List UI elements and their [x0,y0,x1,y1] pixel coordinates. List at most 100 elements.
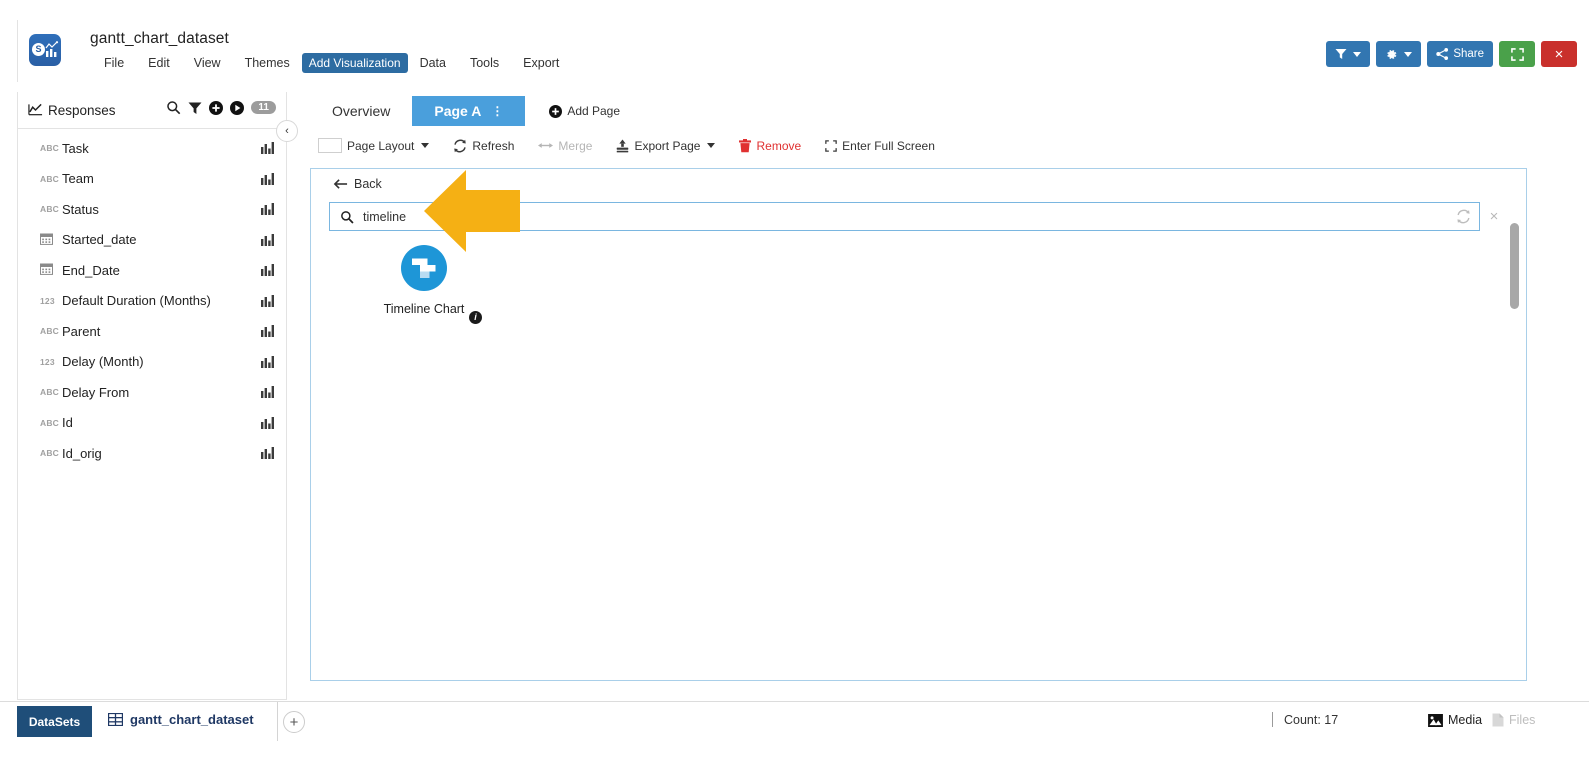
field-row-id-orig[interactable]: ABC Id_orig [18,438,286,469]
field-row-task[interactable]: ABC Task [18,133,286,164]
field-row-started-date[interactable]: Started_date [18,225,286,256]
play-circle-icon[interactable] [230,100,245,115]
header-button-group: Share × [1326,41,1577,67]
bar-chart-icon[interactable] [261,172,274,185]
export-page-label: Export Page [634,138,701,153]
field-row-id[interactable]: ABC Id [18,408,286,439]
info-icon[interactable]: i [469,311,482,324]
share-button[interactable]: Share [1427,41,1493,67]
menu-item-edit[interactable]: Edit [136,53,182,73]
field-type-label: ABC [40,448,60,459]
enter-full-screen-button[interactable]: Enter Full Screen [813,139,947,153]
filter-icon [1335,49,1347,59]
app-logo-chart-icon: S [29,34,61,66]
menu-item-data[interactable]: Data [408,53,458,73]
panel-scrollbar[interactable] [1510,223,1519,309]
field-row-delay-from[interactable]: ABC Delay From [18,377,286,408]
media-button[interactable]: Media [1428,713,1482,727]
arrow-left-icon [333,179,348,189]
field-name-label: Task [62,140,89,156]
field-list: ABC Task ABC Team ABC Status Started_dat… [18,129,286,469]
back-button[interactable]: Back [333,177,382,191]
application-window: S gantt_chart_dataset File Edit View The… [0,0,1589,767]
field-type-label: 123 [40,295,55,306]
field-name-label: Delay (Month) [62,354,144,370]
field-row-status[interactable]: ABC Status [18,194,286,225]
search-icon[interactable] [166,100,181,115]
tab-overview[interactable]: Overview [310,96,412,126]
bar-chart-icon[interactable] [261,416,274,429]
search-input[interactable] [354,208,1479,225]
refresh-icon[interactable] [1456,209,1471,229]
field-type-label: ABC [40,417,60,428]
merge-label: Merge [558,138,593,153]
export-icon [617,139,629,152]
remove-button[interactable]: Remove [727,138,813,153]
page-options-kebab-icon[interactable]: ⋮ [491,105,503,117]
dataset-tab-gantt-chart-dataset[interactable]: gantt_chart_dataset [108,712,254,727]
bar-chart-icon[interactable] [261,325,274,338]
bar-chart-icon[interactable] [261,294,274,307]
sidebar-title-label: Responses [48,102,116,118]
tab-page-a[interactable]: Page A ⋮ [412,96,526,126]
bar-chart-icon[interactable] [261,447,274,460]
menu-item-themes[interactable]: Themes [233,53,302,73]
filter-dropdown-button[interactable] [1326,41,1371,67]
logo-s-letter: S [32,43,45,56]
refresh-label: Refresh [472,138,515,153]
close-search-icon[interactable]: × [1480,208,1508,225]
field-type-label: ABC [40,173,60,184]
datasets-tab[interactable]: DataSets [17,706,92,737]
field-row-parent[interactable]: ABC Parent [18,316,286,347]
files-button[interactable]: Files [1492,713,1535,727]
page-title: gantt_chart_dataset [90,30,229,47]
bar-chart-icon[interactable] [261,142,274,155]
field-name-label: Default Duration (Months) [62,293,211,309]
field-name-label: End_Date [62,262,120,278]
file-icon [1492,713,1504,727]
add-circle-icon [549,104,563,118]
annotation-arrow-icon [424,170,520,252]
sidebar-title: Responses [28,103,116,118]
page-tabs: Overview Page A ⋮ Add Page [310,96,620,126]
add-page-button[interactable]: Add Page [549,104,620,118]
menu-item-tools[interactable]: Tools [458,53,511,73]
calendar-icon [40,263,53,276]
files-label: Files [1509,713,1536,727]
menu-item-export[interactable]: Export [511,53,571,73]
bar-chart-icon[interactable] [261,386,274,399]
refresh-button[interactable]: Refresh [441,139,526,153]
share-icon [1436,48,1449,60]
status-bar: DataSets gantt_chart_dataset + Count: 17… [0,702,1589,767]
field-type-label: ABC [40,326,60,337]
add-dataset-button[interactable]: + [283,711,305,733]
fullscreen-button[interactable] [1499,41,1535,67]
bar-chart-icon[interactable] [261,233,274,246]
page-toolbar: Page Layout Refresh Merge Export Page Re… [318,138,947,153]
field-row-default-duration[interactable]: 123 Default Duration (Months) [18,286,286,317]
visualization-item-timeline-chart[interactable]: Timeline Chart i [365,245,483,324]
bar-chart-icon[interactable] [261,264,274,277]
field-name-label: Team [62,171,94,187]
menu-item-add-visualization[interactable]: Add Visualization [301,53,408,73]
menu-item-view[interactable]: View [182,53,233,73]
back-label: Back [354,177,382,191]
field-name-label: Delay From [62,384,130,400]
remove-label: Remove [756,138,802,153]
main-menubar: File Edit View Themes Add Visualization … [92,53,571,73]
bar-chart-icon[interactable] [261,355,274,368]
menu-item-file[interactable]: File [92,53,136,73]
filter-icon[interactable] [188,101,202,115]
close-button[interactable]: × [1541,41,1577,67]
bar-chart-icon[interactable] [261,203,274,216]
add-circle-icon[interactable] [209,100,224,115]
export-page-button[interactable]: Export Page [604,139,727,153]
merge-arrows-icon [538,143,554,148]
field-row-team[interactable]: ABC Team [18,164,286,195]
settings-dropdown-button[interactable] [1376,41,1422,67]
field-row-delay-month[interactable]: 123 Delay (Month) [18,347,286,378]
field-type-label: 123 [40,356,55,367]
field-row-end-date[interactable]: End_Date [18,255,286,286]
sidebar-collapse-button[interactable]: ‹ [276,120,298,142]
page-layout-button[interactable]: Page Layout [318,138,441,153]
